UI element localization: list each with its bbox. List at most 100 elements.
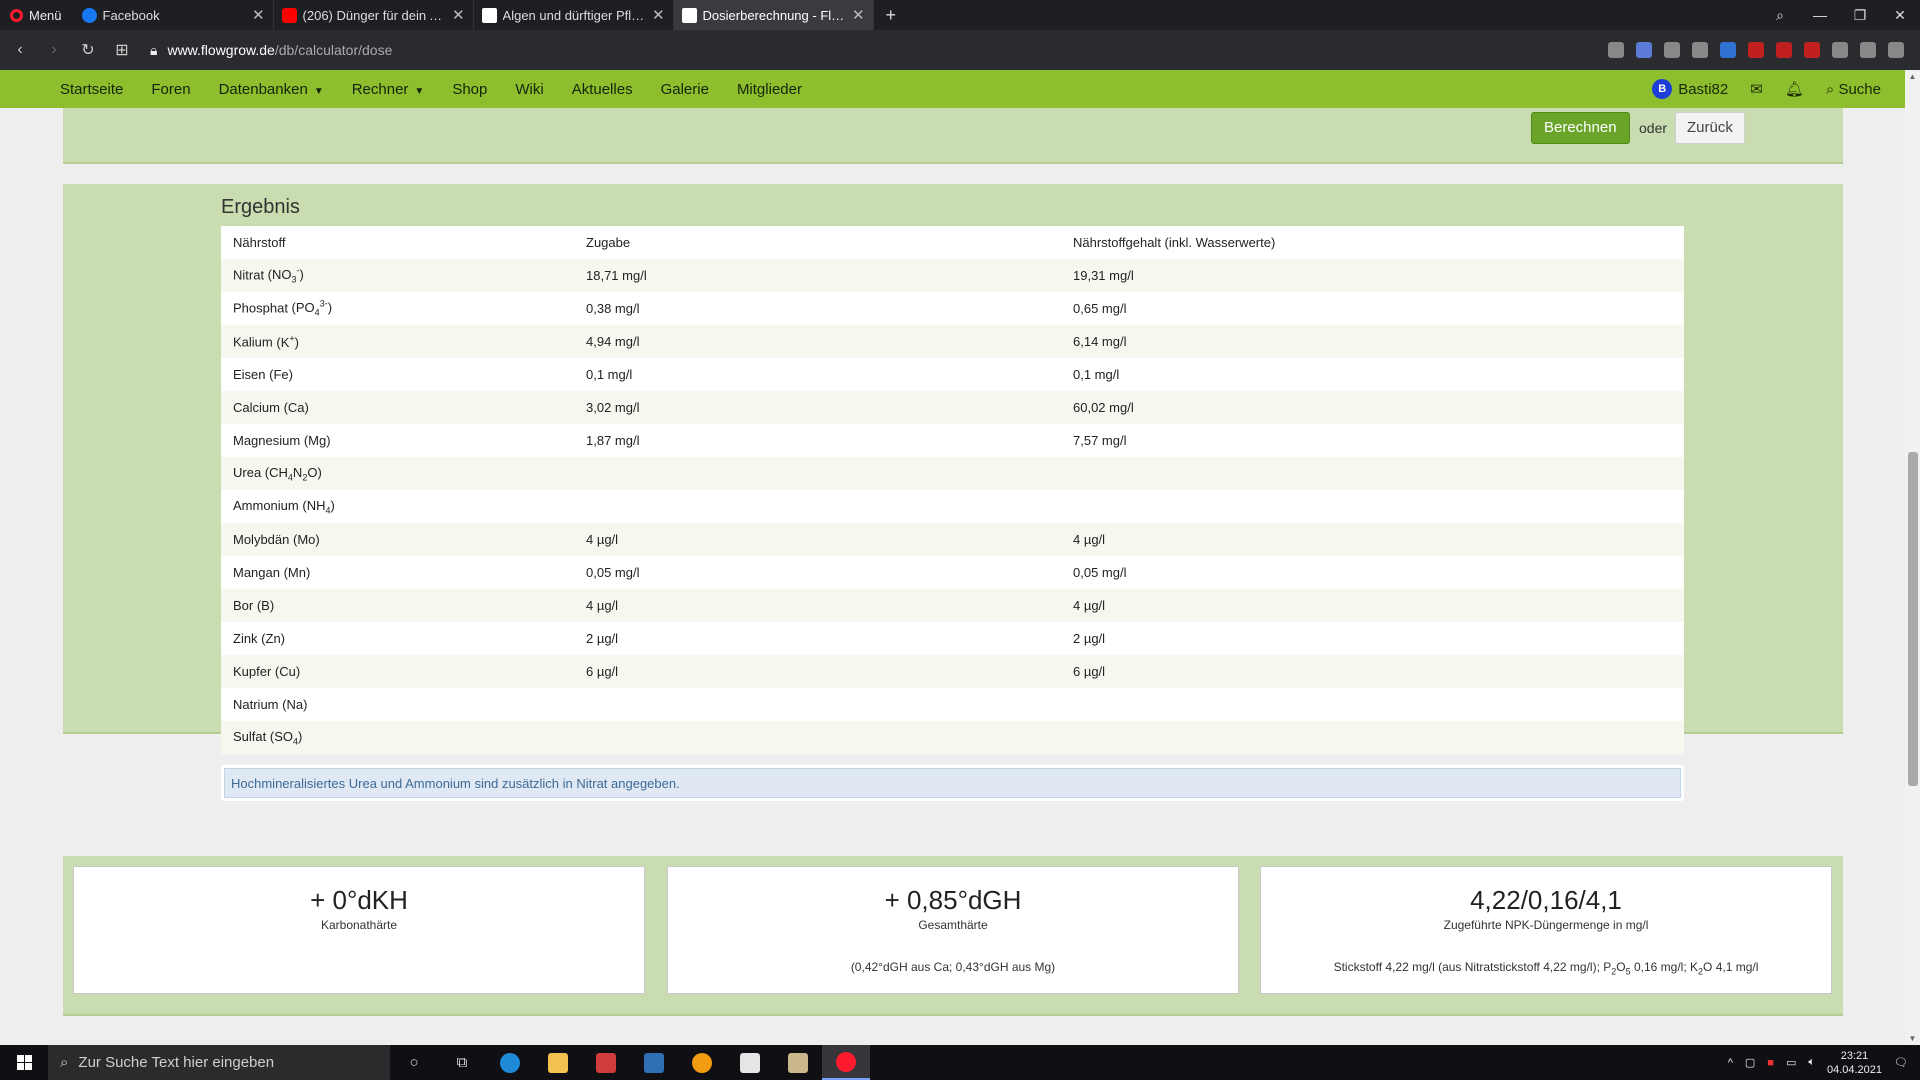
facebook-icon xyxy=(81,7,97,23)
device-icon[interactable]: ▢ xyxy=(1745,1056,1755,1069)
clock[interactable]: 23:21 04.04.2021 xyxy=(1827,1049,1882,1077)
tab-label: Dosierberechnung - Flowgrow xyxy=(702,7,846,23)
nutrient-name: Ammonium (NH4) xyxy=(221,498,586,516)
close-icon[interactable]: ✕ xyxy=(852,6,865,24)
scroll-up-icon[interactable]: ▲ xyxy=(1905,72,1920,81)
flowgrow-icon xyxy=(681,7,697,23)
summary-value: + 0,85°dGH xyxy=(884,885,1022,915)
close-icon[interactable]: ✕ xyxy=(252,6,265,24)
nav-rechner[interactable]: Rechner ▼ xyxy=(352,81,425,98)
clock-date: 04.04.2021 xyxy=(1826,1063,1883,1076)
minimize-icon[interactable]: — xyxy=(1800,7,1840,23)
close-icon[interactable]: ✕ xyxy=(652,6,665,24)
volume-icon[interactable]: 🔈︎ xyxy=(1808,1056,1815,1069)
url-path: /db/calculator/dose xyxy=(274,42,393,58)
reload-icon[interactable]: ↻ xyxy=(74,40,102,60)
table-row: Urea (CH4N2O) xyxy=(221,457,1684,490)
notifications-icon[interactable]: 🗨︎ xyxy=(1894,1056,1908,1069)
store-app[interactable] xyxy=(726,1045,774,1080)
calculate-button[interactable]: Berechnen xyxy=(1531,112,1630,144)
scroll-thumb[interactable] xyxy=(1908,452,1918,786)
url-field[interactable]: 🔒︎ www.flowgrow.de/db/calculator/dose xyxy=(150,42,392,59)
nav-foren[interactable]: Foren xyxy=(151,81,190,98)
close-icon[interactable]: ✕ xyxy=(452,6,465,24)
browser-menu-button[interactable]: Menü xyxy=(0,0,74,30)
chevron-up-icon[interactable]: ^ xyxy=(1728,1057,1733,1069)
search-tabs-icon[interactable]: ⌕ xyxy=(1760,7,1800,24)
nav-galerie[interactable]: Galerie xyxy=(661,81,709,98)
messages-icon[interactable]: ✉ xyxy=(1750,80,1763,98)
task-view-icon[interactable]: ⧉ xyxy=(438,1045,486,1080)
nutrient-name: Bor (B) xyxy=(221,598,586,613)
heart-icon[interactable] xyxy=(1692,42,1708,58)
back-button[interactable]: Zurück xyxy=(1675,112,1745,144)
nav-wiki[interactable]: Wiki xyxy=(515,81,543,98)
result-title: Ergebnis xyxy=(221,196,300,218)
table-row: Nitrat (NO3-) 18,71 mg/l 19,31 mg/l xyxy=(221,259,1684,292)
tab-algen[interactable]: Algen und dürftiger Pflanzenwuchs ✕ xyxy=(474,0,674,30)
nav-mitglieder[interactable]: Mitglieder xyxy=(737,81,802,98)
tab-facebook[interactable]: Facebook ✕ xyxy=(74,0,274,30)
mail-app[interactable] xyxy=(582,1045,630,1080)
cortana-icon[interactable]: ○ xyxy=(390,1045,438,1080)
calculator-app[interactable] xyxy=(630,1045,678,1080)
forward-arrow-icon[interactable]: › xyxy=(40,41,68,59)
nutrient-formula: (Na) xyxy=(278,697,308,712)
summary-card-gh: + 0,85°dGH Gesamthärte (0,42°dGH aus Ca;… xyxy=(667,866,1239,994)
edge-app[interactable] xyxy=(486,1045,534,1080)
page-scrollbar[interactable]: ▲ ▼ xyxy=(1905,70,1920,1045)
nutrient-name: Sulfat (SO4) xyxy=(221,729,586,747)
taskbar-search[interactable]: ⌕ Zur Suche Text hier eingeben xyxy=(48,1045,390,1080)
zugabe-value: 0,1 mg/l xyxy=(586,367,633,382)
explorer2-app[interactable] xyxy=(774,1045,822,1080)
tab-label: (206) Dünger für dein Aquarium xyxy=(302,7,446,23)
table-row: Calcium (Ca) 3,02 mg/l 60,02 mg/l xyxy=(221,391,1684,424)
nutrient-name: Kalium (K+) xyxy=(221,333,586,349)
nutrient-formula: (Mo) xyxy=(289,532,320,547)
bell-icon[interactable]: 🔔︎ xyxy=(1785,80,1804,98)
extension-red2-icon[interactable] xyxy=(1776,42,1792,58)
nutrient-formula: (NH4) xyxy=(298,497,335,516)
antivirus-icon[interactable]: ■ xyxy=(1767,1057,1774,1069)
nutrient-name: Molybdän (Mo) xyxy=(221,532,586,547)
vlc-app[interactable] xyxy=(678,1045,726,1080)
nav-aktuelles[interactable]: Aktuelles xyxy=(572,81,633,98)
start-button[interactable] xyxy=(0,1055,48,1070)
opera-app[interactable] xyxy=(822,1045,870,1080)
close-window-icon[interactable]: ✕ xyxy=(1880,7,1920,24)
camera-icon[interactable] xyxy=(1608,42,1624,58)
user-menu[interactable]: B Basti82 xyxy=(1652,79,1728,99)
cube-icon[interactable] xyxy=(1832,42,1848,58)
back-arrow-icon[interactable]: ‹ xyxy=(6,41,34,59)
file-manager-icon xyxy=(788,1052,808,1073)
send-icon[interactable] xyxy=(1664,42,1680,58)
zugabe-value: 3,02 mg/l xyxy=(586,400,640,415)
zugabe-value: 0,38 mg/l xyxy=(586,301,640,316)
nav-datenbanken[interactable]: Datenbanken ▼ xyxy=(219,81,324,98)
speed-dial-icon[interactable]: ⊞ xyxy=(108,40,136,60)
nav-shop[interactable]: Shop xyxy=(452,81,487,98)
download-icon[interactable] xyxy=(1860,42,1876,58)
tab-dosierberechnung[interactable]: Dosierberechnung - Flowgrow ✕ xyxy=(673,0,874,30)
taskbar-search-placeholder: Zur Suche Text hier eingeben xyxy=(78,1054,275,1071)
extension-red-icon[interactable] xyxy=(1748,42,1764,58)
scroll-down-icon[interactable]: ▼ xyxy=(1905,1034,1920,1043)
shield-icon[interactable] xyxy=(1636,42,1652,58)
restore-icon[interactable]: ❐ xyxy=(1840,7,1880,24)
menu-icon[interactable] xyxy=(1888,42,1904,58)
zugabe-value: 4 µg/l xyxy=(586,532,619,547)
table-body: Nitrat (NO3-) 18,71 mg/l 19,31 mg/l Phospha… xyxy=(221,259,1684,754)
tab-youtube[interactable]: (206) Dünger für dein Aquarium ✕ xyxy=(274,0,474,30)
extension-red3-icon[interactable] xyxy=(1804,42,1820,58)
header-gehalt: Nährstoffgehalt (inkl. Wasserwerte) xyxy=(1073,235,1276,250)
network-icon[interactable]: ▭ xyxy=(1786,1056,1796,1069)
nutrient-formula: (Fe) xyxy=(265,367,293,382)
new-tab-icon[interactable]: + xyxy=(874,5,909,26)
table-row: Molybdän (Mo) 4 µg/l 4 µg/l xyxy=(221,523,1684,556)
search-button[interactable]: ⌕ Suche xyxy=(1826,81,1881,98)
gehalt-value: 0,05 mg/l xyxy=(1073,565,1127,580)
mail-extension-icon[interactable] xyxy=(1720,42,1736,58)
folder-icon xyxy=(548,1052,568,1073)
nav-startseite[interactable]: Startseite xyxy=(60,81,123,98)
explorer-app[interactable] xyxy=(534,1045,582,1080)
